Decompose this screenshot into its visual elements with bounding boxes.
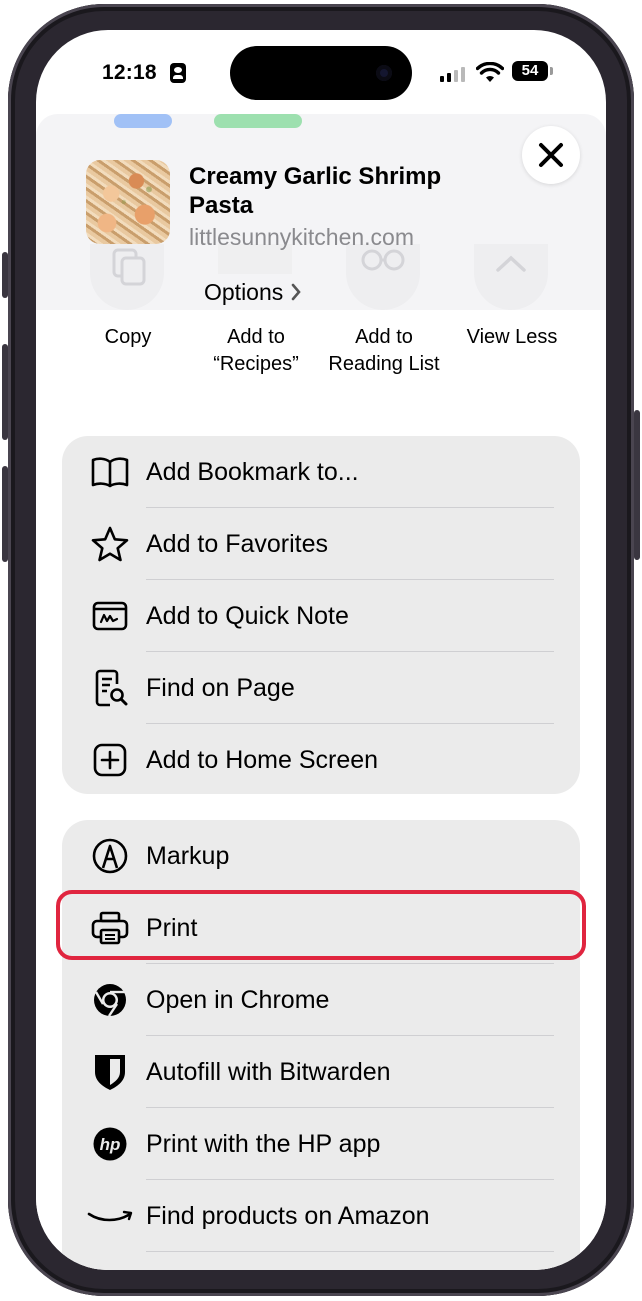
focus-mode-icon	[170, 63, 186, 83]
action-button	[2, 252, 8, 298]
list-item-label: Open in Chrome	[146, 986, 330, 1014]
hp-icon: hp	[90, 1126, 130, 1162]
close-button[interactable]	[522, 126, 580, 184]
list-item-label: Add to Home Screen	[146, 746, 379, 774]
page-thumbnail	[86, 160, 170, 244]
chevron-up-icon[interactable]	[474, 244, 548, 310]
options-label: Options	[204, 278, 284, 305]
bitwarden-icon	[90, 1054, 130, 1090]
battery-indicator: 54	[512, 61, 548, 81]
action-add-to-reading-list-label[interactable]: Add to Reading List	[319, 324, 449, 378]
volume-down-button	[2, 466, 8, 562]
star-icon	[90, 526, 130, 562]
amazon-icon	[86, 1198, 134, 1234]
screen: 12:18 54 Creamy Garlic Shrimp Pasta litt…	[36, 30, 606, 1270]
list-item-open-in-chrome[interactable]: Open in Chrome	[62, 964, 580, 1036]
divider	[146, 1251, 554, 1252]
list-item-find-on-amazon[interactable]: Find products on Amazon	[62, 1180, 580, 1252]
chevron-right-icon	[291, 283, 301, 301]
dynamic-island	[230, 46, 412, 100]
book-icon	[90, 454, 130, 490]
battery-cap	[550, 67, 553, 75]
volume-up-button	[2, 344, 8, 440]
print-highlight-outline	[56, 890, 586, 960]
camera-icon	[376, 65, 392, 81]
glasses-icon[interactable]	[346, 244, 420, 310]
quick-note-icon	[90, 598, 130, 634]
action-copy-label[interactable]: Copy	[63, 324, 193, 351]
chrome-icon	[90, 982, 130, 1018]
list-item-label: Add to Favorites	[146, 530, 329, 558]
svg-text:hp: hp	[100, 1135, 121, 1154]
find-on-page-icon	[90, 669, 130, 707]
list-item-add-to-favorites[interactable]: Add to Favorites	[62, 508, 580, 580]
cellular-signal-icon	[440, 66, 465, 82]
status-time: 12:18	[102, 61, 157, 84]
list-item-add-to-home-screen[interactable]: Add to Home Screen	[62, 724, 580, 794]
power-button	[634, 410, 640, 560]
list-item-label: Find on Page	[146, 674, 295, 702]
app-row-ghost	[114, 114, 172, 128]
list-item-label: Autofill with Bitwarden	[146, 1058, 391, 1086]
page-title: Creamy Garlic Shrimp Pasta	[189, 163, 442, 219]
list-item-label: Add Bookmark to...	[146, 458, 359, 486]
action-add-to-recipes-label[interactable]: Add to “Recipes”	[191, 324, 321, 378]
app-row-ghost	[214, 114, 302, 128]
list-item-print-hp[interactable]: hp Print with the HP app	[62, 1108, 580, 1180]
list-item-label: Print with the HP app	[146, 1130, 381, 1158]
wifi-icon	[476, 62, 504, 82]
share-sheet-header: Creamy Garlic Shrimp Pasta littlesunnyki…	[36, 114, 606, 310]
list-item-autofill-bitwarden[interactable]: Autofill with Bitwarden	[62, 1036, 580, 1108]
actions-group-1: Add Bookmark to... Add to Favorites Add …	[62, 436, 580, 794]
close-icon	[539, 143, 563, 167]
list-item-markup[interactable]: Markup	[62, 820, 580, 892]
list-item-add-bookmark[interactable]: Add Bookmark to...	[62, 436, 580, 508]
action-view-less-label[interactable]: View Less	[447, 324, 577, 351]
actions-group-2: Markup Print Open in Chrome Autofill wit…	[62, 820, 580, 1270]
page-domain: littlesunnykitchen.com	[189, 224, 414, 250]
list-item-label: Find products on Amazon	[146, 1202, 430, 1230]
markup-icon	[90, 838, 130, 874]
list-item-add-to-quick-note[interactable]: Add to Quick Note	[62, 580, 580, 652]
list-item-find-on-page[interactable]: Find on Page	[62, 652, 580, 724]
list-item-label: Add to Quick Note	[146, 602, 349, 630]
add-square-icon	[90, 742, 130, 778]
list-item-label: Markup	[146, 842, 230, 870]
options-button[interactable]: Options	[188, 274, 318, 310]
copy-icon[interactable]	[90, 244, 164, 310]
